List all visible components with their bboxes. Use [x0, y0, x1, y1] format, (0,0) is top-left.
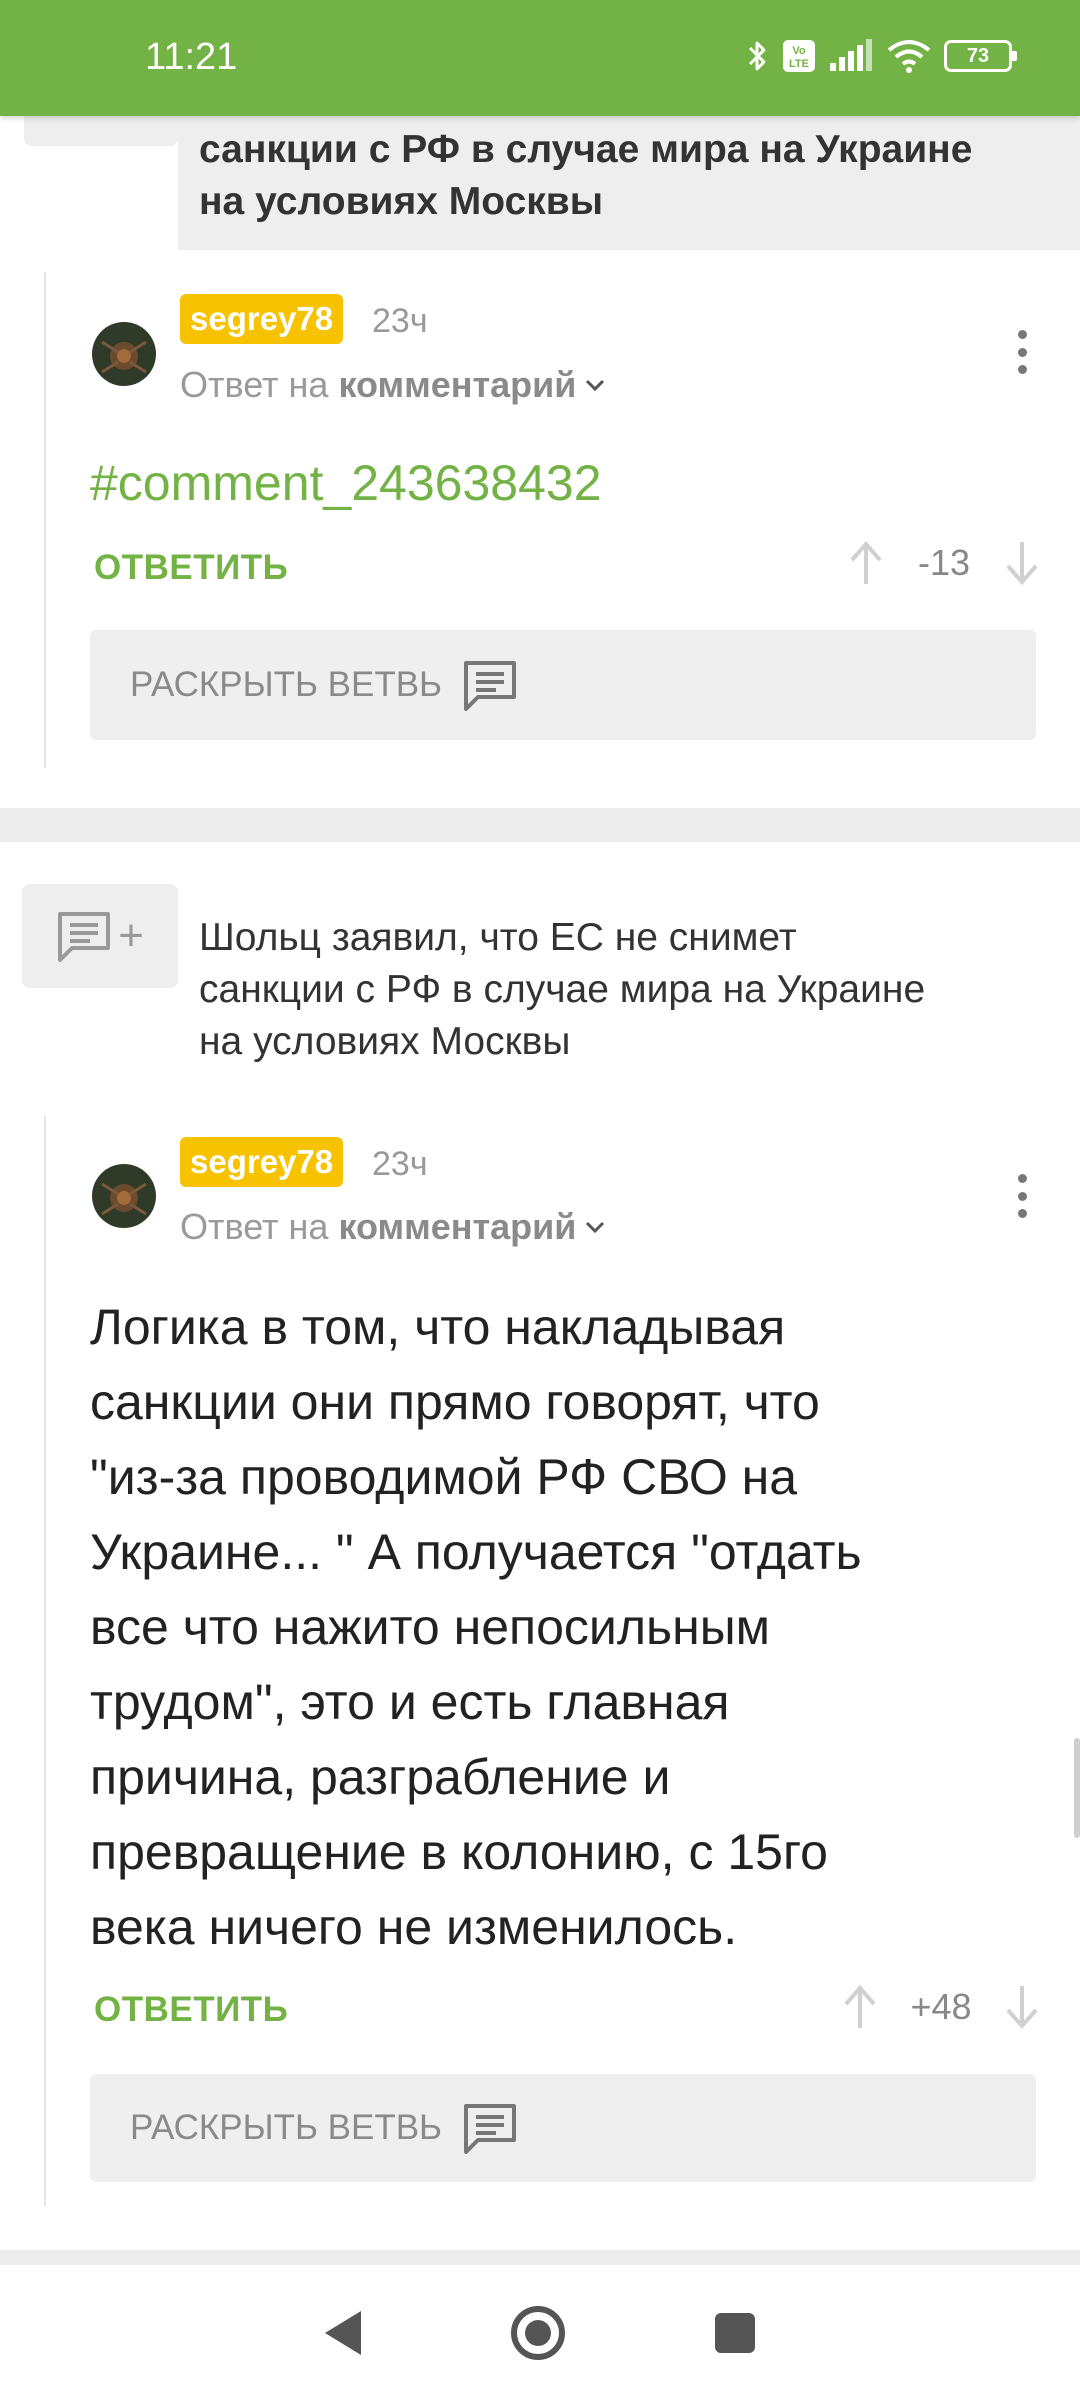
reply-button[interactable]: ОТВЕТИТЬ [94, 548, 288, 588]
upvote-icon[interactable] [842, 1984, 878, 2030]
comment-add-icon [58, 912, 111, 962]
upvote-icon[interactable] [848, 540, 884, 586]
avatar[interactable] [92, 322, 156, 386]
scrollbar[interactable] [1074, 1738, 1080, 1838]
back-icon[interactable] [325, 2310, 361, 2355]
svg-text:Vo: Vo [792, 45, 806, 57]
reply-target-link[interactable]: комментарий [338, 1206, 576, 1248]
comments-icon [464, 661, 517, 711]
comment-anchor-link[interactable]: #comment_243638432 [90, 454, 602, 512]
chevron-down-icon[interactable] [584, 1220, 606, 1234]
username-badge[interactable]: segrey78 [180, 1137, 344, 1187]
reply-button[interactable]: ОТВЕТИТЬ [94, 1990, 288, 2030]
svg-text:LTE: LTE [789, 58, 809, 70]
vote-score: -13 [917, 542, 971, 583]
more-options-icon[interactable] [1002, 322, 1042, 382]
top-post-title-line2[interactable]: на условиях Москвы [199, 176, 603, 228]
battery-level: 73 [966, 44, 990, 67]
reply-to-info[interactable]: Ответ на комментарий [180, 1206, 606, 1248]
reply-prefix: Ответ на [180, 1206, 329, 1247]
screen: 11:21 Vo LTE 73 санкции с РФ в случае мир… [0, 0, 1080, 2400]
thread-line [44, 1116, 46, 2206]
expand-thread-button[interactable]: РАСКРЫТЬ ВЕТВЬ [90, 2074, 1036, 2182]
comment-body: Логика в том, что накладывая санкции они… [90, 1299, 862, 1955]
battery-icon: 73 [944, 40, 1017, 72]
navigation-bar [0, 2264, 1080, 2400]
volte-icon: VoLTE [783, 40, 815, 72]
comments-icon [464, 2104, 517, 2154]
home-icon[interactable] [511, 2305, 565, 2360]
section-divider [0, 808, 1080, 842]
status-icons: Vo LTE 73 [746, 38, 1017, 74]
vote-score: +48 [910, 1986, 972, 2027]
plus-icon: + [118, 911, 144, 960]
reply-prefix: Ответ на [180, 364, 329, 405]
vote-controls: +48 [842, 1984, 1040, 2030]
status-bar: 11:21 Vo LTE 73 [0, 0, 1080, 116]
top-post-title-line1[interactable]: санкции с РФ в случае мира на Украине [199, 124, 972, 176]
post-title-line1[interactable]: Шольц заявил, что ЕС не снимет [199, 912, 797, 964]
downvote-icon[interactable] [1004, 540, 1040, 586]
post-title-line2[interactable]: санкции с РФ в случае мира на Украине [199, 964, 925, 1016]
chevron-down-icon[interactable] [584, 378, 606, 392]
recents-icon[interactable] [715, 2312, 755, 2353]
signal-icon [830, 39, 872, 71]
bluetooth-icon [748, 41, 766, 71]
add-comment-button[interactable]: + [22, 884, 178, 988]
status-time: 11:21 [145, 36, 238, 78]
comment-time: 23ч [372, 1145, 428, 1183]
reply-target-link[interactable]: комментарий [338, 364, 576, 406]
downvote-icon[interactable] [1004, 1984, 1040, 2030]
thread-line [44, 272, 46, 768]
username-badge[interactable]: segrey78 [180, 294, 344, 344]
expand-thread-label: РАСКРЫТЬ ВЕТВЬ [130, 2108, 443, 2147]
post-title-line3[interactable]: на условиях Москвы [199, 1016, 570, 1068]
expand-thread-button[interactable]: РАСКРЫТЬ ВЕТВЬ [90, 630, 1036, 740]
section-divider [0, 2250, 1080, 2264]
reply-to-info[interactable]: Ответ на комментарий [180, 364, 606, 406]
expand-thread-label: РАСКРЫТЬ ВЕТВЬ [130, 665, 443, 704]
comment-time: 23ч [372, 302, 428, 340]
vote-controls: -13 [848, 540, 1040, 586]
wifi-icon [887, 40, 931, 73]
more-options-icon[interactable] [1002, 1166, 1042, 1226]
avatar[interactable] [92, 1164, 156, 1228]
